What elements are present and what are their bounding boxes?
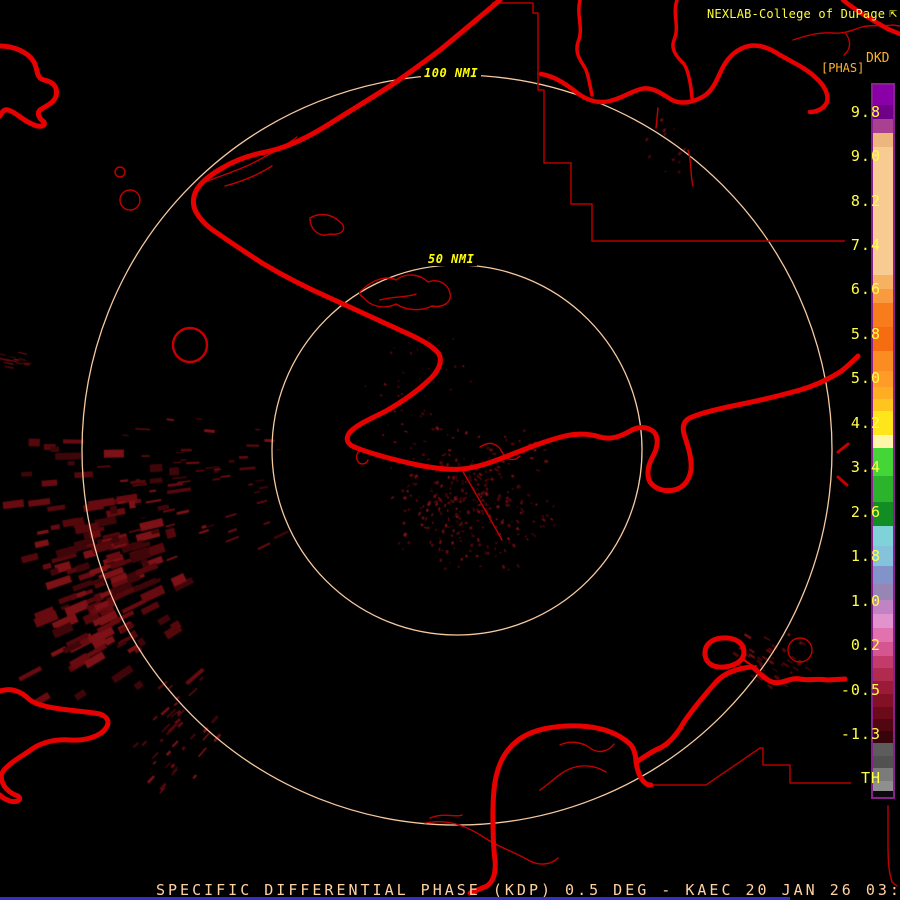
colorbar-ticks: 9.8 9.0 8.2 7.4 6.6 5.8 5.0 4.2 3.4 2.6 1.8 1.0 0.2-… <box>840 103 881 787</box>
range-ring-100nmi <box>81 74 833 826</box>
range-rings <box>81 74 833 826</box>
radar-display: NEXLAB-College of DuPage ⇱ DKD [PHAS] 10… <box>0 0 900 900</box>
range-ring-label-100nmi: 100 NMI <box>421 66 482 80</box>
range-ring-50nmi <box>271 264 643 636</box>
map-coastlines <box>0 0 900 896</box>
range-ring-label-50nmi: 50 NMI <box>425 252 478 266</box>
map-overlay <box>0 0 900 896</box>
map-boundaries <box>492 2 851 786</box>
nexlab-logo-icon: ⇱ <box>889 6 898 21</box>
